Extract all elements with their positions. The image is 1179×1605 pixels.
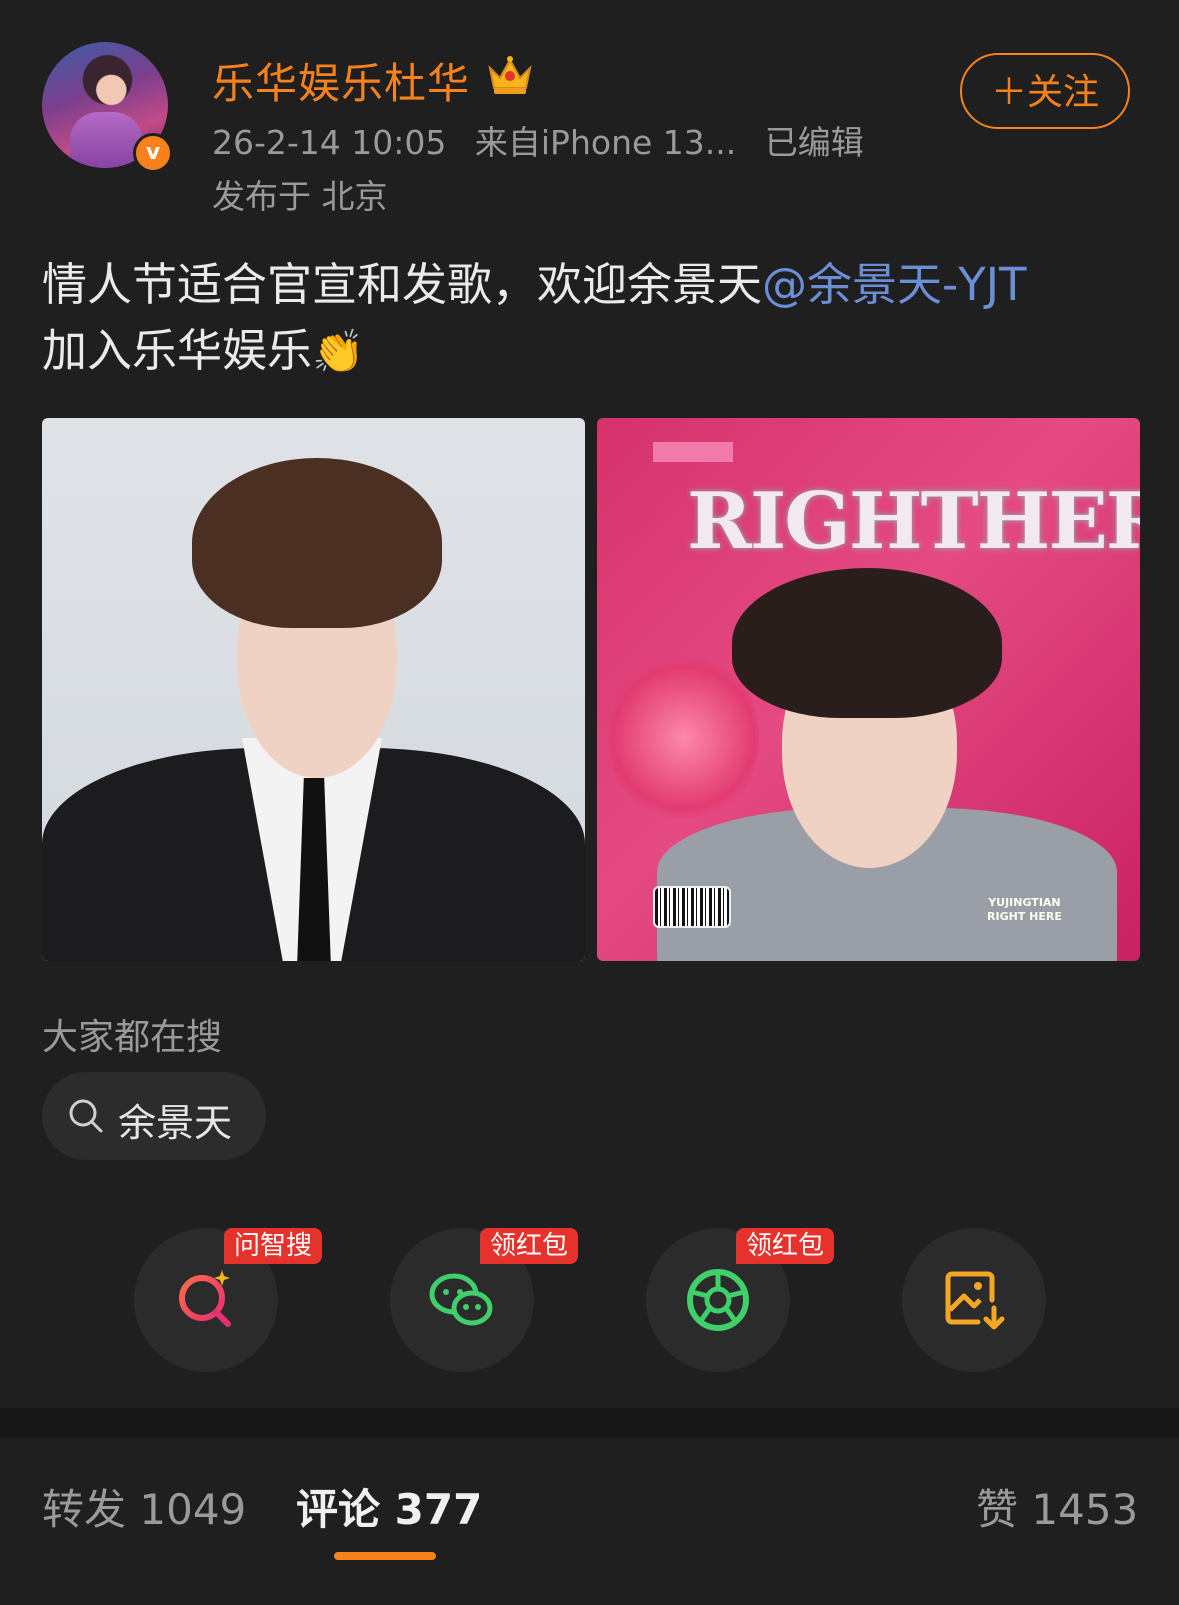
post-image-2[interactable]: RIGHTHERE YUJINGTIAN RIGHT HERE: [597, 418, 1140, 961]
section-divider: [0, 1408, 1179, 1438]
tab-likes-label: 赞: [976, 1485, 1019, 1534]
share-tag-wechat: 领红包: [480, 1228, 579, 1264]
tab-comments[interactable]: 评论 377: [296, 1476, 482, 1537]
ai-search-icon: [179, 1270, 231, 1327]
save-image-button[interactable]: [902, 1228, 1046, 1372]
follow-button[interactable]: ＋关注: [960, 53, 1130, 129]
barcode-icon: [653, 886, 731, 928]
timestamp: 26-2-14 10:05: [212, 123, 447, 162]
username[interactable]: 乐华娱乐杜华: [212, 50, 470, 111]
post-text: 情人节适合官宣和发歌，欢迎余景天@余景天-YJT 加入乐华娱乐👏: [42, 252, 1142, 385]
tab-repost[interactable]: 转发 1049: [42, 1476, 246, 1537]
trending-search-title: 大家都在搜: [42, 1017, 223, 1058]
search-icon: [69, 1099, 103, 1133]
post-text-main: 情人节适合官宣和发歌，欢迎余景天: [42, 258, 763, 311]
share-tag-ai-search: 问智搜: [224, 1228, 323, 1264]
moments-icon: [687, 1269, 749, 1331]
tab-likes[interactable]: 赞 1453: [976, 1476, 1138, 1537]
share-tag-moments: 领红包: [736, 1228, 835, 1264]
post-source: 来自iPhone 13...: [474, 123, 737, 162]
crown-icon: [488, 56, 532, 94]
active-tab-indicator: [334, 1552, 436, 1560]
edited-label[interactable]: 已编辑: [765, 123, 864, 162]
post-image-1[interactable]: [42, 418, 585, 961]
verified-badge-icon: v: [133, 133, 173, 173]
tab-comments-count: 377: [394, 1485, 483, 1534]
mention-link[interactable]: @余景天-YJT: [762, 258, 1027, 311]
post-location: 发布于 北京: [212, 177, 388, 216]
post-meta: 26-2-14 10:05 来自iPhone 13... 已编辑: [212, 116, 882, 164]
tab-comments-label: 评论: [296, 1485, 381, 1534]
wechat-icon: [429, 1273, 493, 1326]
search-chip-label: 余景天: [118, 1101, 233, 1145]
tab-repost-count: 1049: [139, 1485, 247, 1534]
clap-emoji-icon: 👏: [312, 327, 365, 376]
album-label-strip: [653, 442, 733, 462]
album-title: RIGHTHERE: [687, 476, 1140, 567]
trending-search-chip[interactable]: 余景天: [42, 1072, 266, 1160]
post-text-second: 加入乐华娱乐: [42, 324, 313, 377]
tab-repost-label: 转发: [42, 1485, 127, 1534]
album-small-text: YUJINGTIAN RIGHT HERE: [987, 896, 1062, 923]
save-image-icon: [945, 1271, 1005, 1330]
tab-likes-count: 1453: [1031, 1485, 1139, 1534]
